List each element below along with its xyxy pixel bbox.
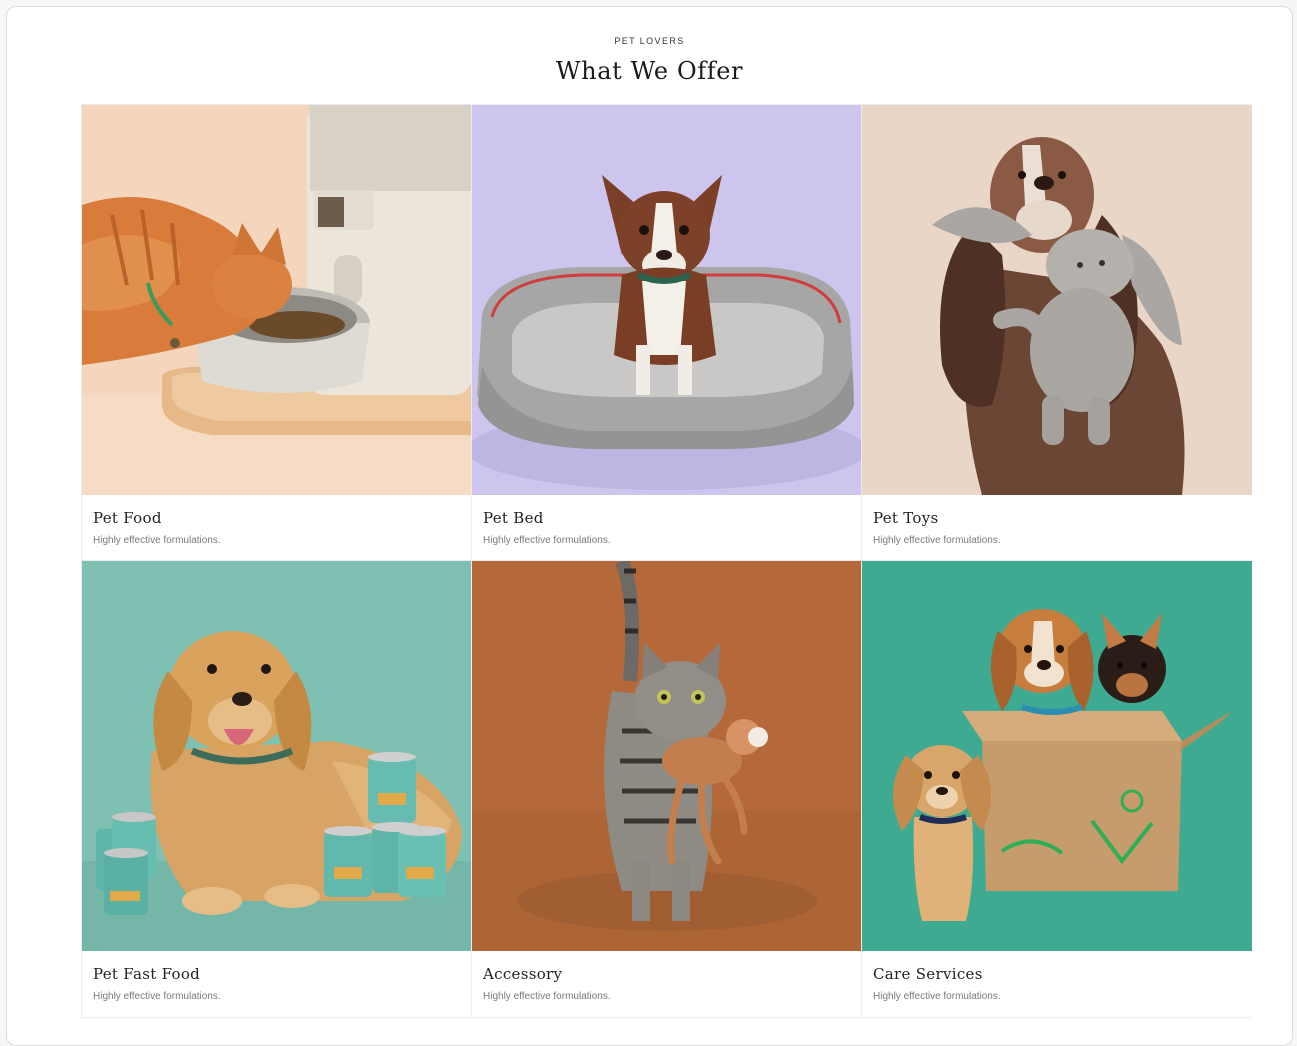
offer-card-pet-food[interactable]: Pet Food Highly effective formulations. (82, 105, 472, 561)
offer-card-accessory[interactable]: Accessory Highly effective formulations. (472, 561, 862, 1017)
card-subtitle: Highly effective formulations. (873, 535, 1001, 546)
card-subtitle: Highly effective formulations. (873, 991, 1001, 1002)
section-eyebrow: PET LOVERS (614, 36, 685, 46)
pet-fast-food-image (82, 561, 471, 951)
care-services-image (862, 561, 1252, 951)
offer-card-care-services[interactable]: Care Services Highly effective formulati… (862, 561, 1252, 1017)
card-subtitle: Highly effective formulations. (483, 535, 611, 546)
pet-bed-image (472, 105, 861, 495)
card-title: Pet Toys (873, 509, 939, 527)
card-title: Care Services (873, 965, 983, 983)
offer-card-pet-fast-food[interactable]: Pet Fast Food Highly effective formulati… (82, 561, 472, 1017)
card-title: Pet Fast Food (93, 965, 201, 983)
card-title: Pet Bed (483, 509, 544, 527)
card-subtitle: Highly effective formulations. (483, 991, 611, 1002)
section-title: What We Offer (555, 57, 744, 85)
offer-card-pet-toys[interactable]: Pet Toys Highly effective formulations. (862, 105, 1252, 561)
offer-card-pet-bed[interactable]: Pet Bed Highly effective formulations. (472, 105, 862, 561)
offer-grid: Pet Food Highly effective formulations. (81, 104, 1252, 1018)
pet-food-image (82, 105, 471, 495)
accessory-image (472, 561, 861, 951)
card-title: Accessory (483, 965, 563, 983)
pet-toys-image (862, 105, 1252, 495)
card-subtitle: Highly effective formulations. (93, 535, 221, 546)
card-subtitle: Highly effective formulations. (93, 991, 221, 1002)
card-title: Pet Food (93, 509, 162, 527)
